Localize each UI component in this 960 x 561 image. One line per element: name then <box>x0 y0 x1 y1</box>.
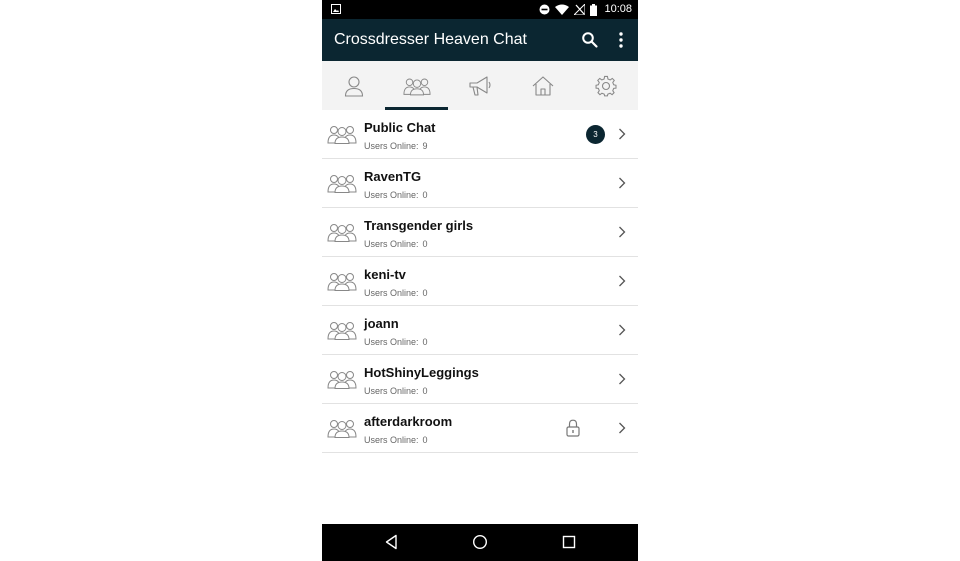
room-row[interactable]: Transgender girls Users Online: 0 <box>322 208 638 257</box>
users-online: Users Online: 0 <box>364 288 428 298</box>
users-online-count: 0 <box>422 288 428 298</box>
chevron-right-icon <box>619 128 626 140</box>
users-online: Users Online: 9 <box>364 141 428 151</box>
group-icon <box>327 371 357 389</box>
tab-rooms[interactable] <box>385 61 449 110</box>
users-online-count: 0 <box>422 190 428 200</box>
room-list: Public Chat Users Online: 9 3 RavenTG Use… <box>322 110 638 453</box>
wifi-icon <box>555 4 570 15</box>
person-icon <box>344 75 363 97</box>
tab-bar <box>322 61 638 110</box>
users-online: Users Online: 0 <box>364 386 428 396</box>
users-online-count: 0 <box>422 386 428 396</box>
tab-broadcast[interactable] <box>448 61 511 110</box>
room-name: joann <box>364 316 399 331</box>
users-online-count: 0 <box>422 435 428 445</box>
users-online-count: 9 <box>422 141 428 151</box>
app-title: Crossdresser Heaven Chat <box>334 31 527 48</box>
unread-badge: 3 <box>586 125 605 144</box>
users-online-label: Users Online: <box>364 337 419 347</box>
chevron-right-icon <box>619 324 626 336</box>
do-not-disturb-icon <box>539 4 550 15</box>
no-signal-icon <box>574 4 586 15</box>
room-name: afterdarkroom <box>364 414 453 429</box>
search-icon[interactable] <box>581 31 599 49</box>
tab-contacts[interactable] <box>322 61 385 110</box>
battery-icon <box>590 3 598 16</box>
app-bar: Crossdresser Heaven Chat <box>322 19 638 61</box>
more-vert-icon[interactable] <box>614 31 628 49</box>
room-name: Public Chat <box>364 120 436 135</box>
status-time: 10:08 <box>604 3 632 15</box>
home-icon <box>532 75 554 96</box>
phone-screen: 10:08 Crossdresser Heaven Chat Public Ch… <box>322 0 638 561</box>
back-icon[interactable] <box>384 534 400 550</box>
room-row[interactable]: afterdarkroom Users Online: 0 <box>322 404 638 453</box>
group-icon <box>327 126 357 144</box>
users-online-count: 0 <box>422 239 428 249</box>
status-bar: 10:08 <box>322 0 638 19</box>
users-online-label: Users Online: <box>364 288 419 298</box>
room-row[interactable]: joann Users Online: 0 <box>322 306 638 355</box>
group-icon <box>327 175 357 193</box>
room-row[interactable]: RavenTG Users Online: 0 <box>322 159 638 208</box>
users-online-count: 0 <box>422 337 428 347</box>
megaphone-icon <box>469 75 491 96</box>
tab-home[interactable] <box>512 61 575 110</box>
room-name: RavenTG <box>364 169 422 184</box>
gear-icon <box>595 75 617 96</box>
home-nav-icon[interactable] <box>472 534 488 550</box>
chevron-right-icon <box>619 226 626 238</box>
recents-icon[interactable] <box>561 534 577 550</box>
room-name: keni-tv <box>364 267 406 282</box>
room-row[interactable]: keni-tv Users Online: 0 <box>322 257 638 306</box>
gallery-notification-icon <box>331 4 341 14</box>
users-online-label: Users Online: <box>364 386 419 396</box>
group-icon <box>327 322 357 340</box>
group-icon <box>403 78 431 95</box>
room-name: HotShinyLeggings <box>364 365 479 380</box>
users-online-label: Users Online: <box>364 190 419 200</box>
group-icon <box>327 273 357 291</box>
navigation-bar <box>322 524 638 561</box>
chevron-right-icon <box>619 177 626 189</box>
room-name: Transgender girls <box>364 218 474 233</box>
group-icon <box>327 420 357 438</box>
users-online: Users Online: 0 <box>364 239 428 249</box>
users-online-label: Users Online: <box>364 435 419 445</box>
users-online: Users Online: 0 <box>364 337 428 347</box>
chevron-right-icon <box>619 422 626 434</box>
users-online: Users Online: 0 <box>364 190 428 200</box>
room-row[interactable]: HotShinyLeggings Users Online: 0 <box>322 355 638 404</box>
users-online: Users Online: 0 <box>364 435 428 445</box>
users-online-label: Users Online: <box>364 239 419 249</box>
chevron-right-icon <box>619 275 626 287</box>
chevron-right-icon <box>619 373 626 385</box>
lock-icon <box>566 419 580 437</box>
users-online-label: Users Online: <box>364 141 419 151</box>
group-icon <box>327 224 357 242</box>
room-row[interactable]: Public Chat Users Online: 9 3 <box>322 110 638 159</box>
tab-settings[interactable] <box>575 61 638 110</box>
